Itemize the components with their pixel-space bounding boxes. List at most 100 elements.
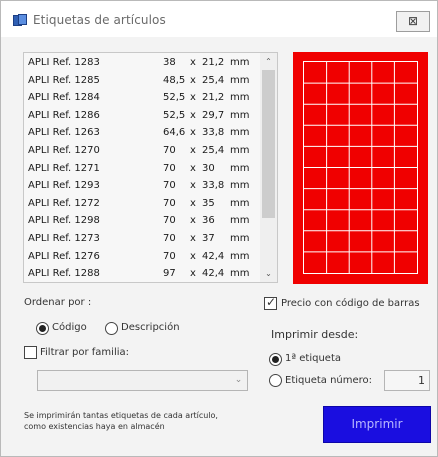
list-item-width: 97: [163, 268, 176, 280]
scroll-down-icon[interactable]: ⌄: [260, 269, 277, 279]
filtrar-checkbox[interactable]: [24, 346, 37, 359]
list-item-name: APLI Ref. 1273: [28, 233, 100, 244]
list-item[interactable]: APLI Ref. 1283 38 x 21,2 mm: [24, 55, 260, 73]
window-title: Etiquetas de artículos: [33, 13, 166, 27]
chevron-down-icon[interactable]: ⌄: [230, 371, 247, 390]
list-item-height: 35: [202, 197, 215, 209]
list-item-unit: mm: [230, 215, 250, 227]
list-item-name: APLI Ref. 1286: [28, 109, 100, 121]
app-icon: [13, 14, 27, 26]
list-item-unit: mm: [230, 57, 250, 68]
list-item-width: 64,6: [163, 127, 186, 139]
descripcion-radio[interactable]: [105, 322, 118, 335]
list-item-times: x: [190, 197, 196, 209]
etiqueta-numero-label[interactable]: Etiqueta número:: [285, 375, 372, 386]
list-item-times: x: [190, 268, 196, 280]
list-item-unit: mm: [230, 145, 250, 156]
print-note: Se imprimirán tantas etiquetas de cada a…: [24, 411, 218, 431]
list-item-width: 70: [163, 197, 176, 209]
list-item-width: 70: [163, 250, 176, 262]
list-item-width: 70: [163, 215, 176, 227]
list-item-times: x: [190, 127, 196, 139]
list-item-height: 33,8: [202, 127, 225, 139]
print-button[interactable]: Imprimir: [323, 406, 431, 443]
close-button[interactable]: ⊠: [396, 11, 430, 32]
list-item-height: 33,8: [202, 180, 225, 192]
list-item-unit: mm: [230, 197, 250, 209]
list-item-unit: mm: [230, 92, 250, 104]
list-item-width: 70: [163, 145, 176, 156]
list-item-unit: mm: [230, 233, 250, 244]
list-item-name: APLI Ref. 1285: [28, 74, 100, 86]
list-item-unit: mm: [230, 268, 250, 280]
list-item[interactable]: APLI Ref. 1271 70 x 30 mm: [24, 161, 260, 179]
list-item-unit: mm: [230, 74, 250, 86]
list-item-name: APLI Ref. 1270: [28, 145, 100, 156]
list-item-times: x: [190, 109, 196, 121]
list-item-width: 38: [163, 57, 176, 68]
list-item[interactable]: APLI Ref. 1276 70 x 42,4 mm: [24, 249, 260, 267]
list-item-width: 70: [163, 180, 176, 192]
window: Etiquetas de artículos ⊠ APLI Ref. 1283 3…: [0, 0, 438, 457]
scroll-thumb[interactable]: [262, 70, 275, 218]
list-item-height: 25,4: [202, 74, 225, 86]
list-item-width: 70: [163, 233, 176, 244]
list-item[interactable]: APLI Ref. 1273 70 x 37 mm: [24, 231, 260, 249]
primera-etiqueta-radio[interactable]: [269, 353, 282, 366]
list-item-unit: mm: [230, 250, 250, 262]
list-item-unit: mm: [230, 109, 250, 121]
list-item-width: 52,5: [163, 92, 186, 104]
list-item[interactable]: APLI Ref. 1272 70 x 35 mm: [24, 196, 260, 214]
list-item-width: 48,5: [163, 74, 186, 86]
etiqueta-numero-radio[interactable]: [269, 374, 282, 387]
list-item-width: 70: [163, 162, 176, 174]
list-item-height: 42,4: [202, 250, 225, 262]
descripcion-radio-label[interactable]: Descripción: [121, 322, 180, 333]
list-item-name: APLI Ref. 1276: [28, 250, 100, 262]
list-item-times: x: [190, 57, 196, 68]
list-item-width: 52,5: [163, 109, 186, 121]
list-item-height: 29,7: [202, 109, 225, 121]
list-item-unit: mm: [230, 180, 250, 192]
list-item-name: APLI Ref. 1271: [28, 162, 100, 174]
list-item[interactable]: APLI Ref. 1286 52,5 x 29,7 mm: [24, 108, 260, 126]
list-item[interactable]: APLI Ref. 1284 52,5 x 21,2 mm: [24, 90, 260, 108]
label-list[interactable]: APLI Ref. 1283 38 x 21,2 mm APLI Ref. 1285 48,…: [23, 52, 278, 283]
list-item-unit: mm: [230, 162, 250, 174]
list-item-name: APLI Ref. 1288: [28, 268, 100, 280]
list-item-name: APLI Ref. 1293: [28, 180, 100, 192]
list-item[interactable]: APLI Ref. 1285 48,5 x 25,4 mm: [24, 73, 260, 91]
codigo-radio-label[interactable]: Código: [52, 322, 87, 333]
list-item-name: APLI Ref. 1263: [28, 127, 100, 139]
codigo-radio[interactable]: [36, 322, 49, 335]
list-item-name: APLI Ref. 1283: [28, 57, 100, 68]
list-item-times: x: [190, 233, 196, 244]
scroll-up-icon[interactable]: ⌃: [260, 57, 277, 67]
list-item-times: x: [190, 145, 196, 156]
list-item[interactable]: APLI Ref. 1263 64,6 x 33,8 mm: [24, 125, 260, 143]
list-item-times: x: [190, 162, 196, 174]
list-item[interactable]: APLI Ref. 1288 97 x 42,4 mm: [24, 266, 260, 282]
list-item[interactable]: APLI Ref. 1293 70 x 33,8 mm: [24, 178, 260, 196]
familia-combo[interactable]: ⌄: [37, 370, 248, 391]
list-item[interactable]: APLI Ref. 1270 70 x 25,4 mm: [24, 143, 260, 161]
list-item-height: 21,2: [202, 57, 225, 68]
list-item-times: x: [190, 215, 196, 227]
list-item[interactable]: APLI Ref. 1298 70 x 36 mm: [24, 213, 260, 231]
list-item-times: x: [190, 92, 196, 104]
etiqueta-numero-input[interactable]: 1: [384, 370, 430, 391]
list-item-height: 36: [202, 215, 215, 227]
primera-etiqueta-label[interactable]: 1ª etiqueta: [285, 353, 341, 364]
list-item-height: 21,2: [202, 92, 225, 104]
list-scrollbar[interactable]: ⌃ ⌄: [260, 53, 277, 282]
precio-label[interactable]: Precio con código de barras: [281, 298, 420, 309]
list-item-height: 42,4: [202, 268, 225, 280]
precio-checkbox[interactable]: ✓: [264, 295, 277, 310]
filtrar-label[interactable]: Filtrar por familia:: [40, 347, 129, 358]
checkmark-icon: ✓: [266, 295, 277, 309]
list-item-times: x: [190, 74, 196, 86]
list-item-unit: mm: [230, 127, 250, 139]
label-preview-grid: [303, 61, 418, 274]
list-item-name: APLI Ref. 1272: [28, 197, 100, 209]
ordenar-label: Ordenar por :: [24, 297, 92, 308]
